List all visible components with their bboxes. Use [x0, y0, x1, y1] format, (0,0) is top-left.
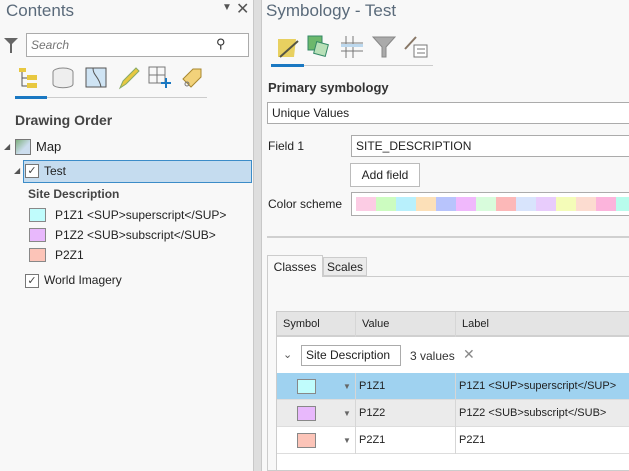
header-value[interactable]: Value — [362, 312, 389, 337]
close-icon[interactable]: ✕ — [236, 0, 249, 19]
legend-swatch[interactable] — [29, 228, 46, 242]
pane-splitter[interactable] — [253, 0, 262, 471]
primary-symbology-icon[interactable] — [276, 35, 300, 59]
data-source-icon[interactable] — [51, 66, 75, 90]
renderer-dropdown[interactable]: Unique Values — [267, 102, 629, 124]
legend-item-label: P1Z2 <SUB>subscript</SUB> — [55, 228, 216, 242]
selection-icon[interactable] — [85, 66, 109, 90]
color-scheme-swatch — [476, 197, 496, 211]
map-node[interactable]: Map — [36, 139, 61, 154]
legend-heading: Site Description — [28, 187, 120, 201]
drawing-order-heading: Drawing Order — [15, 112, 113, 128]
class-label[interactable]: P1Z2 <SUB>subscript</SUB> — [459, 400, 606, 427]
table-header: Symbol Value Label — [277, 312, 629, 337]
pane-menu-icon[interactable]: ▼ — [222, 2, 232, 13]
symbol-layer-drawing-icon[interactable] — [340, 35, 364, 59]
field1-label: Field 1 — [268, 139, 305, 153]
color-scheme-swatch — [456, 197, 476, 211]
divider — [267, 236, 629, 238]
map-icon — [15, 139, 31, 155]
table-row[interactable]: ▼ P2Z1 P2Z1 — [277, 427, 629, 454]
symbol-dropdown-icon[interactable]: ▼ — [343, 373, 351, 400]
color-scheme-swatch — [516, 197, 536, 211]
class-label[interactable]: P1Z1 <SUP>superscript</SUP> — [459, 373, 616, 400]
symbol-dropdown-icon[interactable]: ▼ — [343, 427, 351, 454]
layer-name: Test — [44, 164, 67, 178]
field1-dropdown[interactable]: SITE_DESCRIPTION — [351, 135, 629, 157]
class-symbol-swatch[interactable] — [297, 406, 316, 421]
legend-swatch[interactable] — [29, 248, 46, 262]
active-tab-indicator — [15, 96, 47, 99]
divider — [304, 65, 433, 66]
editing-icon[interactable] — [117, 66, 141, 90]
color-scheme-label: Color scheme — [268, 197, 343, 211]
tab-scales[interactable]: Scales — [323, 257, 367, 276]
table-row[interactable]: ▼ P1Z1 P1Z1 <SUP>superscript</SUP> — [277, 373, 629, 400]
basemap-visibility-checkbox[interactable]: ✓ — [25, 274, 39, 288]
color-scheme-swatch — [376, 197, 396, 211]
color-scheme-swatch — [436, 197, 456, 211]
legend-swatch[interactable] — [29, 208, 46, 222]
color-scheme-swatch — [396, 197, 416, 211]
layer-visibility-checkbox[interactable]: ✓ — [25, 164, 39, 178]
color-scheme-swatch — [536, 197, 556, 211]
active-tab-indicator — [271, 64, 304, 67]
basemap-node[interactable]: World Imagery — [44, 273, 122, 287]
primary-symbology-label: Primary symbology — [268, 80, 389, 95]
color-scheme-swatch — [556, 197, 576, 211]
class-symbol-swatch[interactable] — [297, 379, 316, 394]
add-field-button[interactable]: Add field — [350, 163, 420, 187]
group-heading-input[interactable]: Site Description — [301, 345, 401, 366]
tab-classes[interactable]: Classes — [267, 255, 323, 277]
labeling-icon[interactable] — [180, 66, 204, 90]
symbology-title: Symbology - Test — [266, 1, 397, 20]
class-value: P1Z1 — [359, 380, 386, 392]
divider — [47, 97, 207, 98]
table-row[interactable]: ▼ P1Z2 P1Z2 <SUB>subscript</SUB> — [277, 400, 629, 427]
advanced-settings-icon[interactable] — [404, 35, 428, 59]
value-count: 3 values — [410, 349, 455, 363]
collapse-group-icon[interactable]: ⌄ — [283, 348, 292, 361]
class-symbol-swatch[interactable] — [297, 433, 316, 448]
expand-map-icon[interactable]: ◢ — [4, 142, 10, 151]
color-scheme-swatch — [356, 197, 376, 211]
header-symbol[interactable]: Symbol — [283, 312, 320, 337]
drawing-order-icon[interactable] — [16, 66, 40, 90]
filter-icon[interactable] — [371, 35, 397, 59]
legend-item-label: P1Z1 <SUP>superscript</SUP> — [55, 208, 227, 222]
search-icon[interactable]: ⚲ — [216, 36, 226, 52]
legend-item-label: P2Z1 — [55, 248, 84, 262]
snapping-icon[interactable] — [148, 66, 172, 90]
expand-layer-icon[interactable]: ◢ — [14, 166, 20, 175]
class-label[interactable]: P2Z1 — [459, 427, 485, 454]
symbol-dropdown-icon[interactable]: ▼ — [343, 400, 351, 427]
contents-pane: Contents ▼ ✕ ⚲ Drawing Order ◢ Map ◢ ✓ T… — [0, 0, 253, 471]
color-scheme-swatch — [496, 197, 516, 211]
class-value: P1Z2 — [359, 407, 386, 419]
color-scheme-swatch — [576, 197, 596, 211]
color-scheme-swatch — [416, 197, 436, 211]
header-label[interactable]: Label — [462, 312, 489, 337]
filter-icon[interactable] — [4, 37, 18, 56]
contents-title: Contents — [6, 1, 75, 20]
color-scheme-swatch — [616, 197, 629, 211]
class-value: P2Z1 — [359, 434, 386, 446]
vary-symbology-icon[interactable] — [307, 35, 331, 59]
color-scheme-dropdown[interactable] — [351, 192, 629, 216]
color-scheme-swatch — [596, 197, 616, 211]
remove-group-icon[interactable]: ✕ — [463, 346, 475, 363]
